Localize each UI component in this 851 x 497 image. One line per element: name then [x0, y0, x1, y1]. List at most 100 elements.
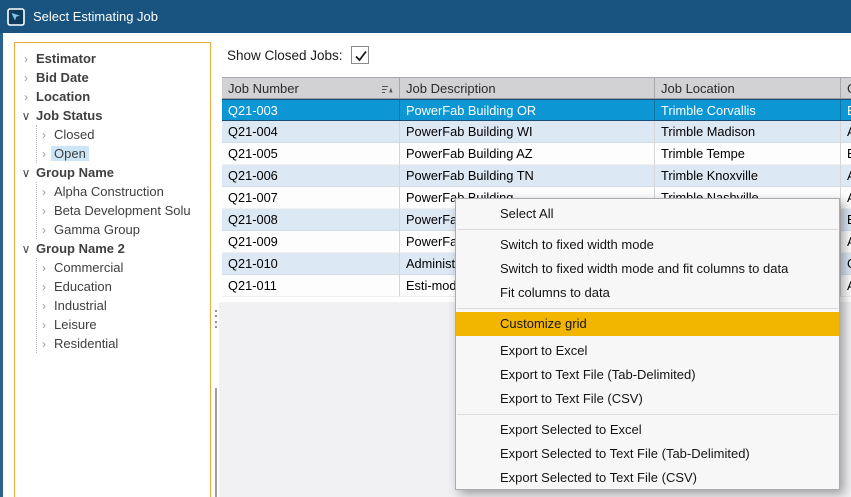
- menu-item-select-all[interactable]: Select All: [456, 202, 839, 226]
- menu-separator: [457, 308, 838, 309]
- filter-tree-panel: ›Estimator›Bid Date›Location∨Job Status›…: [14, 42, 211, 497]
- table-row[interactable]: Q21-005PowerFab Building AZTrimble Tempe…: [222, 143, 851, 165]
- tree-item-leisure[interactable]: ›Leisure: [37, 315, 210, 334]
- cell-text: Trimble Knoxville: [661, 168, 758, 183]
- menu-item-export-to-excel[interactable]: Export to Excel: [456, 339, 839, 363]
- menu-item-switch-to-fixed-width-mode-and-fit-columns-to-data[interactable]: Switch to fixed width mode and fit colum…: [456, 257, 839, 281]
- menu-item-fit-columns-to-data[interactable]: Fit columns to data: [456, 281, 839, 305]
- cell-text: Beta Development Solutions: [847, 212, 851, 227]
- column-header-job-number[interactable]: Job Number: [222, 78, 400, 98]
- menu-item-customize-grid[interactable]: Customize grid: [456, 312, 839, 336]
- tree-item-group-name[interactable]: ∨Group Name: [19, 163, 210, 182]
- chevron-collapsed-icon[interactable]: ›: [37, 128, 51, 142]
- chevron-collapsed-icon[interactable]: ›: [37, 223, 51, 237]
- panel-splitter[interactable]: [215, 388, 217, 497]
- tree-item-beta-development-solu[interactable]: ›Beta Development Solu: [37, 201, 210, 220]
- tree-item-label: Location: [33, 89, 93, 104]
- tree-item-estimator[interactable]: ›Estimator: [19, 49, 210, 68]
- cell-text: PowerFab Building OR: [406, 103, 536, 118]
- chevron-collapsed-icon[interactable]: ›: [37, 147, 51, 161]
- table-cell[interactable]: PowerFab Building OR: [400, 100, 655, 120]
- table-cell[interactable]: Q21-003: [222, 100, 400, 120]
- table-row[interactable]: Q21-003 PowerFab Building OR Trimble Corva…: [222, 99, 851, 121]
- chevron-collapsed-icon[interactable]: ›: [37, 299, 51, 313]
- menu-separator: [457, 414, 838, 415]
- tree-item-location[interactable]: ›Location: [19, 87, 210, 106]
- menu-item-export-to-text-file-csv-[interactable]: Export to Text File (CSV): [456, 387, 839, 411]
- table-cell[interactable]: Beta Development Solutions: [841, 209, 851, 231]
- splitter-grip-icon[interactable]: [214, 310, 218, 328]
- table-cell[interactable]: Q21-010: [222, 253, 400, 275]
- chevron-collapsed-icon[interactable]: ›: [37, 204, 51, 218]
- chevron-expanded-icon[interactable]: ∨: [19, 242, 33, 256]
- menu-item-export-selected-to-excel[interactable]: Export Selected to Excel: [456, 418, 839, 442]
- tree-item-job-status[interactable]: ∨Job Status: [19, 106, 210, 125]
- chevron-collapsed-icon[interactable]: ›: [37, 185, 51, 199]
- tree-item-alpha-construction[interactable]: ›Alpha Construction: [37, 182, 210, 201]
- chevron-collapsed-icon[interactable]: ›: [19, 71, 33, 85]
- cell-text: Gamma Group: [847, 256, 851, 271]
- sort-ascending-icon: [381, 84, 393, 94]
- tree-item-gamma-group[interactable]: ›Gamma Group: [37, 220, 210, 239]
- table-row[interactable]: Q21-004 PowerFab Building WI Trimble Madis…: [222, 121, 851, 143]
- column-header-job-description[interactable]: Job Description: [400, 78, 655, 98]
- chevron-collapsed-icon[interactable]: ›: [37, 337, 51, 351]
- table-cell[interactable]: Q21-005: [222, 143, 400, 165]
- table-cell[interactable]: Beta Development Solutions: [841, 143, 851, 165]
- cell-text: Alpha Construction: [847, 278, 851, 293]
- tree-item-residential[interactable]: ›Residential: [37, 334, 210, 353]
- table-cell[interactable]: Alpha Construction: [841, 165, 851, 187]
- show-closed-jobs-checkbox[interactable]: [351, 46, 369, 64]
- tree-item-closed[interactable]: ›Closed: [37, 125, 210, 144]
- cell-text: Alpha Construction: [847, 190, 851, 205]
- column-header-group-name[interactable]: Group Name: [841, 78, 851, 98]
- table-cell[interactable]: Gamma Group: [841, 253, 851, 275]
- table-cell[interactable]: Trimble Corvallis: [655, 100, 841, 120]
- tree-item-commercial[interactable]: ›Commercial: [37, 258, 210, 277]
- tree-item-group-name-2[interactable]: ∨Group Name 2: [19, 239, 210, 258]
- table-cell[interactable]: Q21-006: [222, 165, 400, 187]
- menu-item-switch-to-fixed-width-mode[interactable]: Switch to fixed width mode: [456, 233, 839, 257]
- table-cell[interactable]: Alpha Construction: [841, 121, 851, 143]
- chevron-collapsed-icon[interactable]: ›: [37, 318, 51, 332]
- column-header-label: Job Location: [661, 81, 735, 96]
- table-row[interactable]: Q21-006 PowerFab Building TN Trimble Knoxv…: [222, 165, 851, 187]
- chevron-collapsed-icon[interactable]: ›: [37, 261, 51, 275]
- menu-item-export-selected-to-text-file-csv-[interactable]: Export Selected to Text File (CSV): [456, 466, 839, 490]
- table-cell[interactable]: Q21-009: [222, 231, 400, 253]
- menu-item-export-to-text-file-tab-delimited-[interactable]: Export to Text File (Tab-Delimited): [456, 363, 839, 387]
- menu-item-export-selected-to-text-file-tab-delimited-[interactable]: Export Selected to Text File (Tab-Delimi…: [456, 442, 839, 466]
- table-cell[interactable]: PowerFab Building WI: [400, 121, 655, 143]
- chevron-expanded-icon[interactable]: ∨: [19, 109, 33, 123]
- chevron-collapsed-icon[interactable]: ›: [37, 280, 51, 294]
- table-cell[interactable]: Q21-004: [222, 121, 400, 143]
- table-cell[interactable]: PowerFab Building TN: [400, 165, 655, 187]
- cell-text: PowerFab Building TN: [406, 168, 534, 183]
- tree-item-education[interactable]: ›Education: [37, 277, 210, 296]
- chevron-expanded-icon[interactable]: ∨: [19, 166, 33, 180]
- table-cell[interactable]: Trimble Madison: [655, 121, 841, 143]
- tree-item-industrial[interactable]: ›Industrial: [37, 296, 210, 315]
- table-cell[interactable]: Trimble Knoxville: [655, 165, 841, 187]
- column-header-job-location[interactable]: Job Location: [655, 78, 841, 98]
- cell-text: Alpha Construction: [847, 234, 851, 249]
- cell-text: Q21-003: [228, 103, 278, 118]
- chevron-collapsed-icon[interactable]: ›: [19, 90, 33, 104]
- chevron-collapsed-icon[interactable]: ›: [19, 52, 33, 66]
- table-cell[interactable]: Alpha Construction: [841, 231, 851, 253]
- tree-item-open[interactable]: ›Open: [37, 144, 210, 163]
- table-cell[interactable]: Q21-007: [222, 187, 400, 209]
- table-cell[interactable]: Q21-011: [222, 275, 400, 297]
- table-cell[interactable]: PowerFab Building AZ: [400, 143, 655, 165]
- table-cell[interactable]: Alpha Construction: [841, 187, 851, 209]
- cell-text: PowerFab Building WI: [406, 124, 533, 139]
- table-cell[interactable]: Trimble Tempe: [655, 143, 841, 165]
- tree-item-bid-date[interactable]: ›Bid Date: [19, 68, 210, 87]
- table-cell[interactable]: Alpha Construction: [841, 275, 851, 297]
- table-cell[interactable]: Q21-008: [222, 209, 400, 231]
- table-cell[interactable]: Beta Development Solutions: [841, 100, 851, 120]
- tree-item-label: Beta Development Solu: [51, 203, 194, 218]
- cell-text: Beta Development Solutions: [847, 103, 851, 118]
- tree-item-label: Open: [51, 146, 89, 161]
- window-title: Select Estimating Job: [33, 9, 158, 24]
